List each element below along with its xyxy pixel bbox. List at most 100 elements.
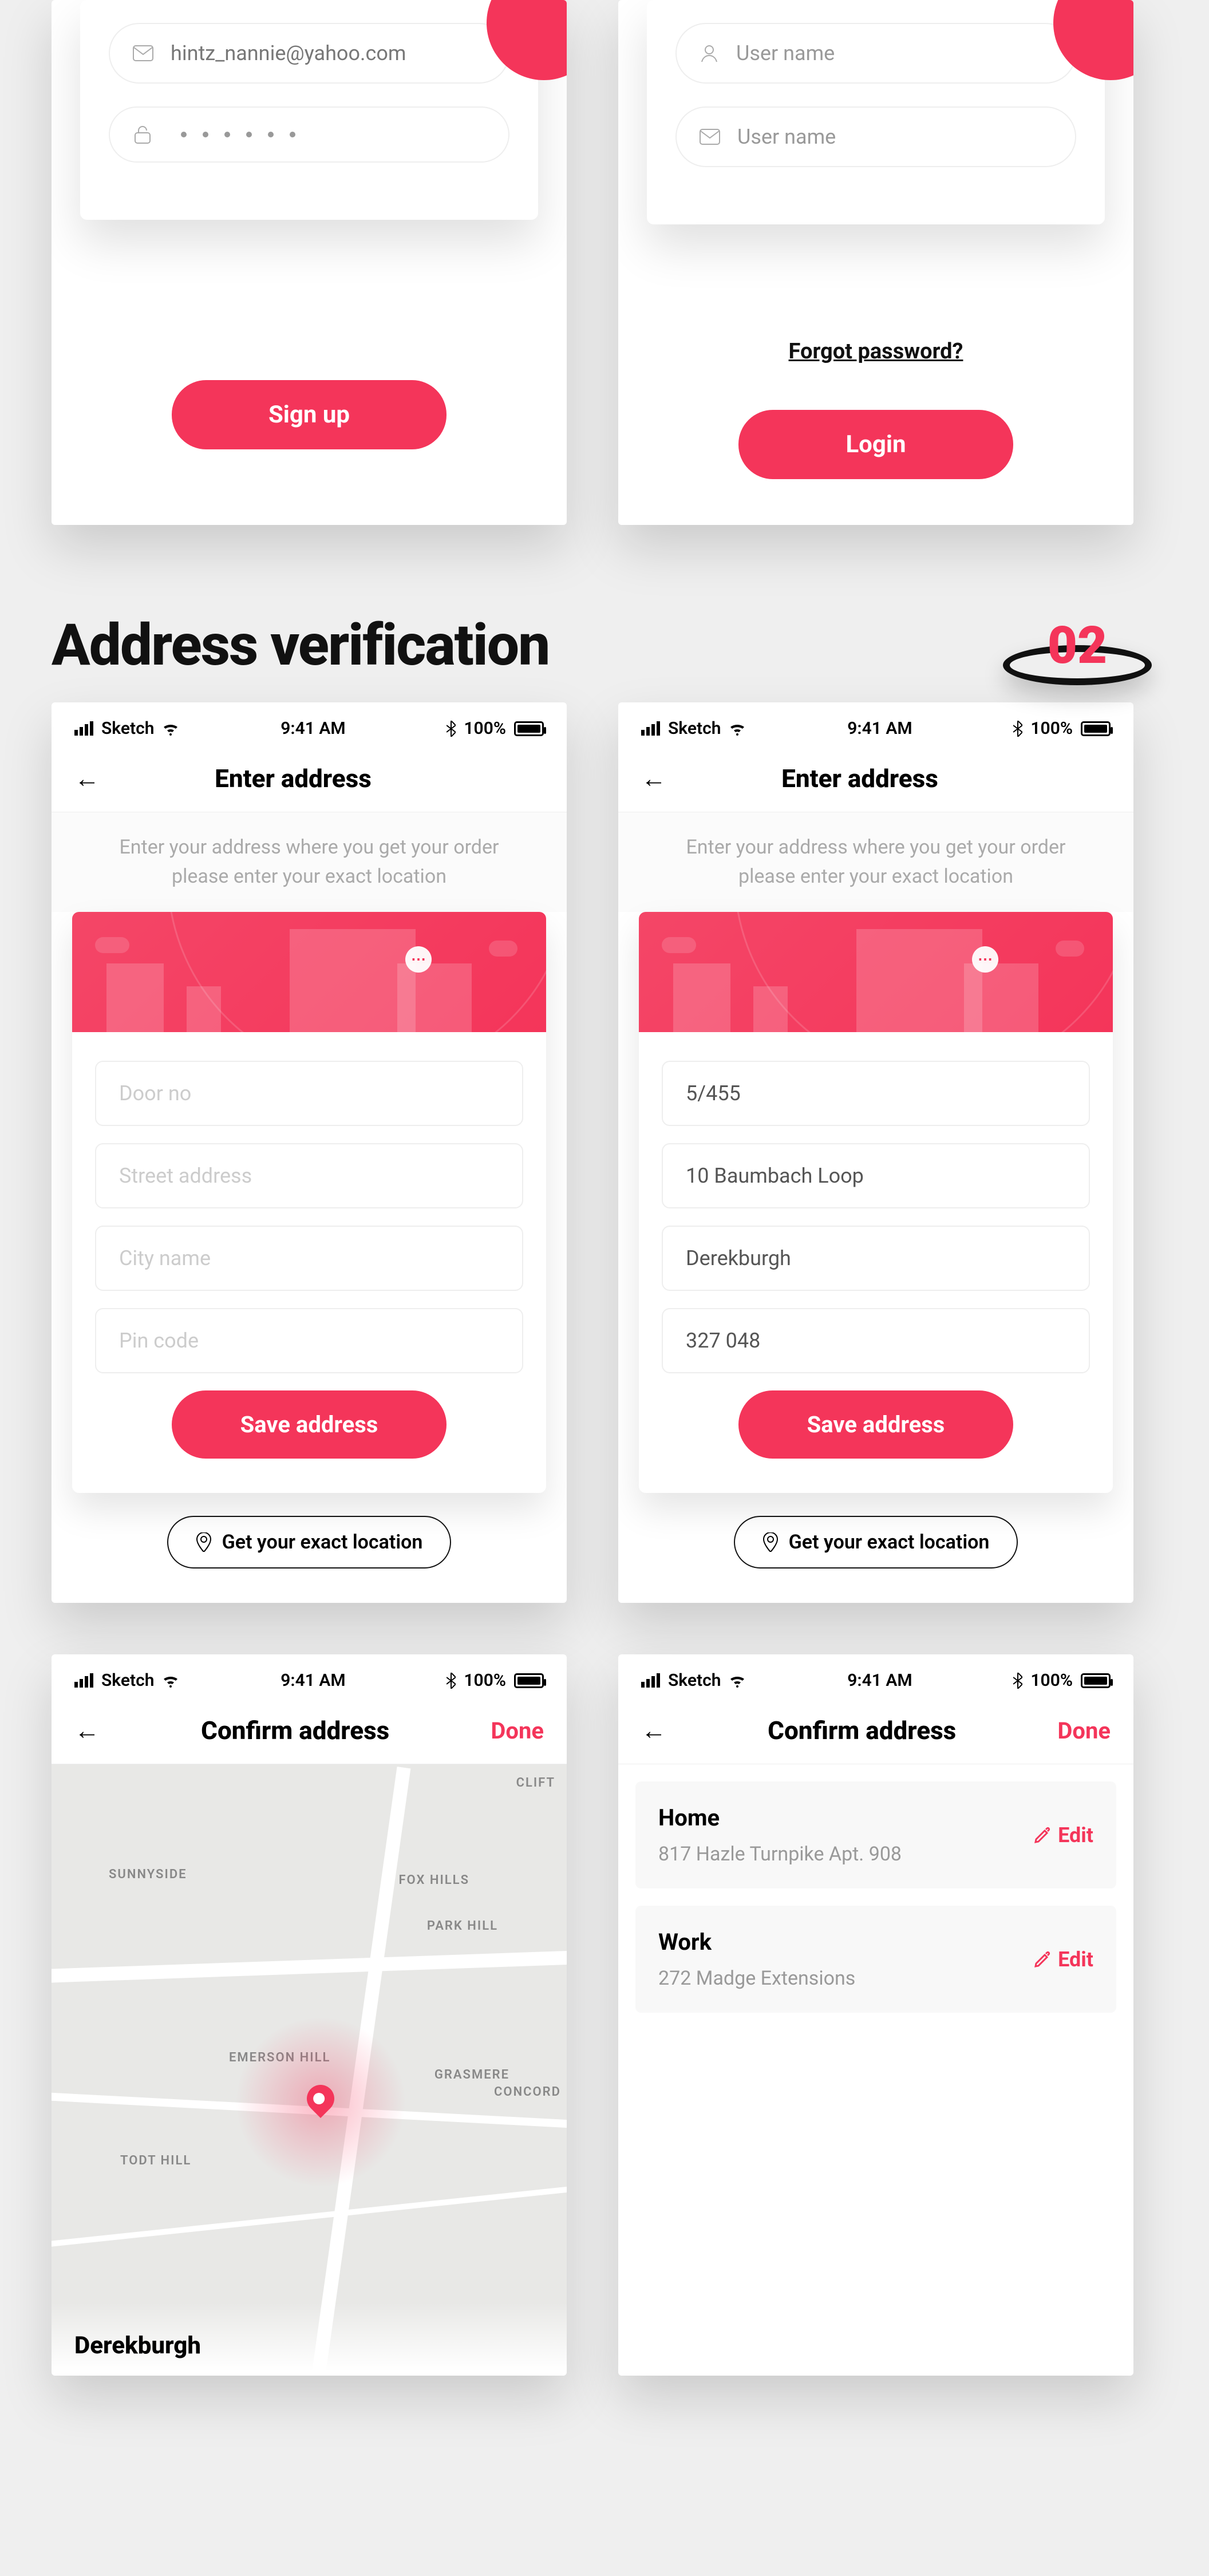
edit-button[interactable]: Edit	[1034, 1947, 1093, 1971]
status-bar: Sketch 9:41 AM 100%	[52, 702, 567, 750]
username-field[interactable]: User name	[675, 23, 1076, 84]
back-button[interactable]: ←	[74, 764, 100, 793]
chat-icon: ⋯	[972, 946, 998, 973]
wifi-icon	[162, 722, 179, 736]
wifi-icon	[162, 1674, 179, 1688]
page-title: Confirm address	[768, 1716, 956, 1745]
address-item-home[interactable]: Home 817 Hazle Turnpike Apt. 908 Edit	[635, 1781, 1116, 1888]
pin-input[interactable]: Pin code	[95, 1308, 523, 1373]
section-number: 02	[997, 611, 1157, 679]
clock: 9:41 AM	[280, 1670, 345, 1690]
status-bar: Sketch 9:41 AM 100%	[618, 702, 1133, 750]
login-screen: User name User name Forgot password? Log…	[618, 0, 1133, 525]
city-input[interactable]: City name	[95, 1226, 523, 1291]
address-label: Home	[658, 1804, 902, 1831]
bluetooth-icon	[1013, 721, 1022, 737]
battery-icon	[514, 721, 544, 736]
clock: 9:41 AM	[847, 718, 912, 738]
status-bar: Sketch 9:41 AM 100%	[618, 1654, 1133, 1702]
back-button[interactable]: ←	[641, 1716, 666, 1745]
map-label: FOX HILLS	[398, 1873, 469, 1887]
save-address-button[interactable]: Save address	[738, 1390, 1013, 1459]
signup-card: hintz_nannie@yahoo.com	[80, 0, 538, 220]
carrier: Sketch	[101, 1670, 154, 1690]
login-button[interactable]: Login	[738, 410, 1013, 479]
back-button[interactable]: ←	[641, 764, 666, 793]
clock: 9:41 AM	[280, 718, 345, 738]
enter-address-filled-screen: Sketch 9:41 AM 100% ← Enter address Ente…	[618, 702, 1133, 1603]
signal-icon	[641, 721, 660, 736]
username-field-2[interactable]: User name	[675, 106, 1076, 167]
mail-icon	[700, 129, 720, 145]
door-input[interactable]: 5/455	[662, 1061, 1090, 1126]
page-title: Enter address	[215, 764, 372, 793]
clock: 9:41 AM	[847, 1670, 912, 1690]
signal-icon	[74, 721, 93, 736]
status-bar: Sketch 9:41 AM 100%	[52, 1654, 567, 1702]
battery-icon	[514, 1673, 544, 1688]
battery-pct: 100%	[1030, 1670, 1073, 1690]
carrier: Sketch	[668, 718, 721, 738]
forgot-password-link[interactable]: Forgot password?	[618, 339, 1133, 364]
back-button[interactable]: ←	[74, 1716, 100, 1745]
pencil-icon	[1034, 1827, 1051, 1844]
mail-icon	[133, 45, 153, 61]
street-input[interactable]: 10 Baumbach Loop	[662, 1143, 1090, 1208]
bluetooth-icon	[1013, 1673, 1022, 1689]
address-list: Home 817 Hazle Turnpike Apt. 908 Edit Wo…	[618, 1764, 1133, 2047]
section-title: Address verification	[52, 612, 549, 679]
signup-button[interactable]: Sign up	[172, 380, 447, 449]
password-field[interactable]	[109, 106, 509, 163]
lock-icon	[133, 125, 152, 144]
city-illustration: ⋯	[639, 912, 1113, 1032]
navbar: ← Confirm address Done	[52, 1702, 567, 1764]
page-title: Enter address	[781, 764, 938, 793]
done-button[interactable]: Done	[491, 1717, 544, 1744]
done-button[interactable]: Done	[1057, 1717, 1111, 1744]
navbar: ← Confirm address Done	[618, 1702, 1133, 1764]
address-label: Work	[658, 1929, 855, 1955]
confirm-address-list-screen: Sketch 9:41 AM 100% ← Confirm address Do…	[618, 1654, 1133, 2376]
address-item-work[interactable]: Work 272 Madge Extensions Edit	[635, 1906, 1116, 2013]
wifi-icon	[729, 722, 746, 736]
map[interactable]: CLIFT FOX HILLS SUNNYSIDE PARK HILL EMER…	[52, 1764, 567, 2371]
address-text: 817 Hazle Turnpike Apt. 908	[658, 1843, 902, 1866]
email-value: hintz_nannie@yahoo.com	[171, 41, 406, 65]
map-label: TODT HILL	[120, 2154, 191, 2168]
battery-icon	[1081, 1673, 1111, 1688]
pin-icon	[762, 1532, 779, 1552]
get-location-button[interactable]: Get your exact location	[734, 1516, 1018, 1568]
map-label: CONCORD	[494, 2085, 561, 2099]
map-label: CLIFT	[516, 1776, 555, 1790]
carrier: Sketch	[668, 1670, 721, 1690]
chat-icon: ⋯	[405, 946, 432, 973]
placeholder: User name	[736, 41, 835, 65]
pin-input[interactable]: 327 048	[662, 1308, 1090, 1373]
page-title: Confirm address	[201, 1716, 389, 1745]
email-field[interactable]: hintz_nannie@yahoo.com	[109, 23, 509, 84]
battery-pct: 100%	[464, 1670, 506, 1690]
edit-button[interactable]: Edit	[1034, 1823, 1093, 1847]
save-address-button[interactable]: Save address	[172, 1390, 447, 1459]
street-input[interactable]: Street address	[95, 1143, 523, 1208]
signal-icon	[74, 1673, 93, 1688]
pin-icon	[196, 1532, 212, 1552]
battery-icon	[1081, 721, 1111, 736]
address-card: ⋯ 5/455 10 Baumbach Loop Derekburgh 327 …	[639, 912, 1113, 1493]
door-input[interactable]: Door no	[95, 1061, 523, 1126]
bluetooth-icon	[447, 721, 456, 737]
battery-pct: 100%	[1030, 718, 1073, 738]
detected-city: Derekburgh	[74, 2332, 201, 2360]
city-input[interactable]: Derekburgh	[662, 1226, 1090, 1291]
wifi-icon	[729, 1674, 746, 1688]
section-header: Address verification 02	[0, 576, 1209, 702]
enter-address-empty-screen: Sketch 9:41 AM 100% ← Enter address Ente…	[52, 702, 567, 1603]
carrier: Sketch	[101, 718, 154, 738]
address-text: 272 Madge Extensions	[658, 1967, 855, 1990]
subtitle: Enter your address where you get your or…	[618, 812, 1133, 912]
get-location-button[interactable]: Get your exact location	[167, 1516, 452, 1568]
user-icon	[700, 44, 719, 63]
bluetooth-icon	[447, 1673, 456, 1689]
city-illustration: ⋯	[72, 912, 546, 1032]
address-card: ⋯ Door no Street address City name Pin c…	[72, 912, 546, 1493]
